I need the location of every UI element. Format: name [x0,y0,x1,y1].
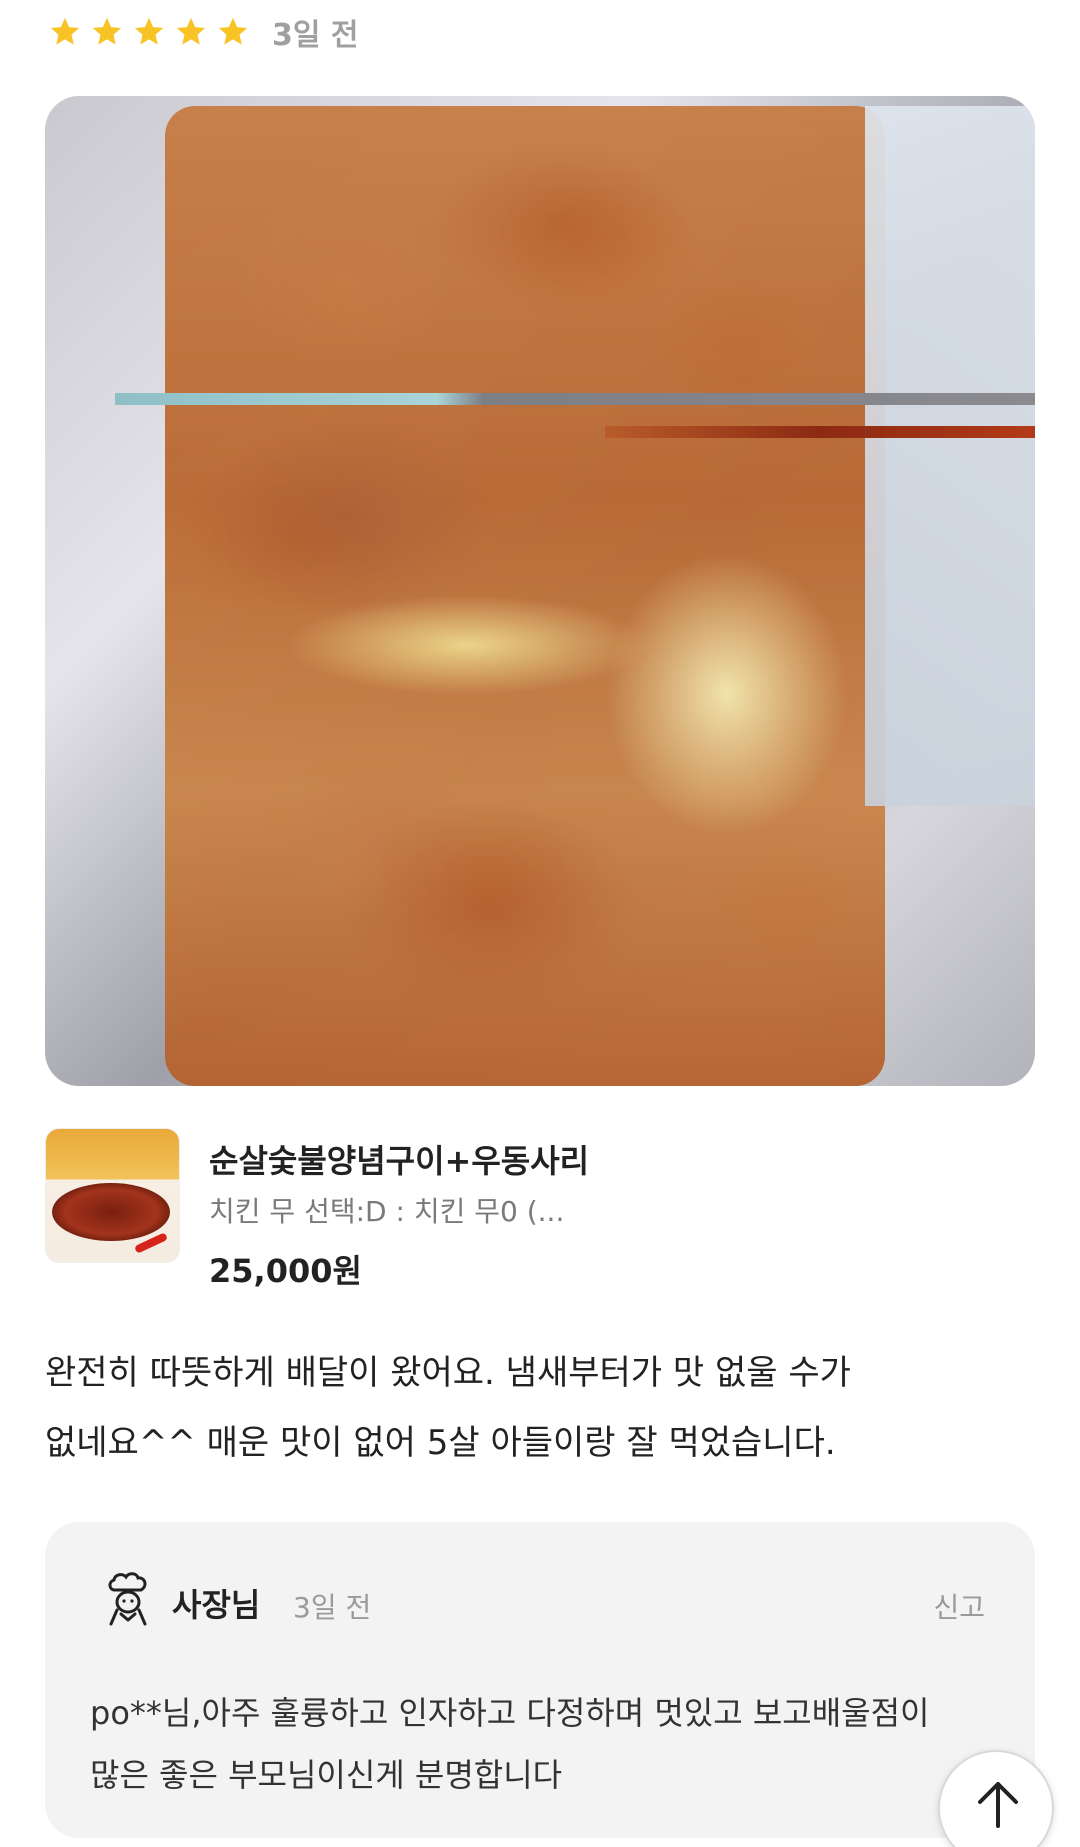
star-icon [132,15,166,49]
owner-reply-card: 사장님 3일 전 신고 po**님,아주 훌륭하고 인자하고 다정하며 멋있고 … [45,1522,1035,1838]
owner-name: 사장님 [172,1586,261,1624]
star-icon [48,15,82,49]
food-image [165,106,885,1086]
review-date: 3일 전 [272,18,359,53]
chicken-dish-image [52,1183,170,1241]
chef-icon [105,1572,151,1628]
rating-row: 3일 전 [48,12,359,53]
star-icon [174,15,208,49]
review-photo[interactable] [45,96,1035,1086]
ordered-product[interactable]: 순살숯불양념구이+우동사리 치킨 무 선택:D : 치킨 무0 (... 25,… [45,1128,1035,1290]
product-option: 치킨 무 선택:D : 치킨 무0 (... [209,1195,565,1228]
image-artifact [115,393,1035,405]
image-artifact [605,426,1035,438]
product-price: 25,000원 [209,1252,362,1290]
reply-date: 3일 전 [293,1591,372,1624]
box-edge [865,106,1035,806]
review-text: 완전히 따뜻하게 배달이 왔어요. 냄새부터가 맛 없울 수가 없네요^^ 매운… [45,1353,851,1463]
product-name: 순살숯불양념구이+우동사리 [209,1142,590,1180]
arrow-up-icon [978,1782,1018,1828]
star-icon [90,15,124,49]
reply-text: po**님,아주 훌륭하고 인자하고 다정하며 멋있고 보고배울점이 많은 좋은… [90,1694,930,1794]
star-icon [216,15,250,49]
report-button[interactable]: 신고 [933,1586,985,1626]
product-thumbnail [45,1128,180,1263]
